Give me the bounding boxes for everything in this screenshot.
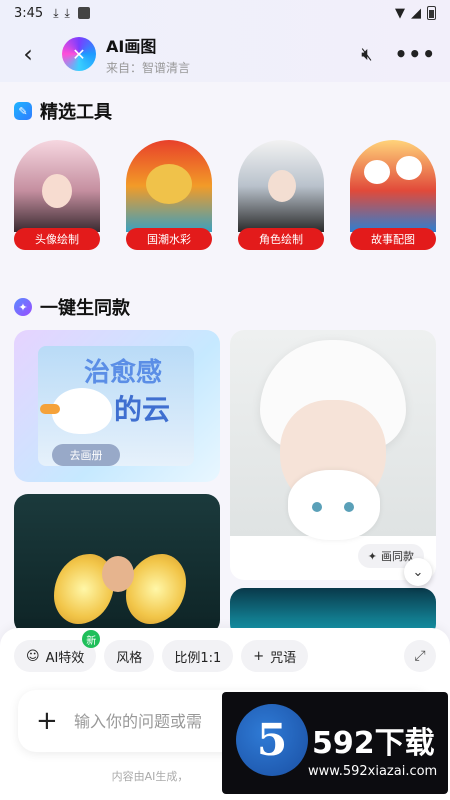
tool-avatar[interactable]: 头像绘制 — [14, 140, 100, 250]
sparkle-icon: ✦ — [367, 549, 377, 563]
tool-label: 国潮水彩 — [126, 228, 212, 250]
kid-figure — [102, 556, 134, 592]
battery-icon — [427, 6, 436, 20]
chip-label: 比例1:1 — [174, 650, 222, 666]
tool-label: 角色绘制 — [238, 228, 324, 250]
tool-character-image — [238, 140, 324, 232]
page-title: AI画图 — [106, 36, 157, 56]
duck-image — [52, 388, 112, 434]
add-icon[interactable]: + — [36, 706, 60, 736]
back-arrow-icon[interactable]: ‹ — [14, 40, 42, 68]
page-subtitle: 来自：智谱清言 — [106, 60, 191, 75]
go-album-button[interactable]: 去画册 — [52, 444, 120, 466]
tools-row: 头像绘制 国潮水彩 角色绘制 故事配图 — [14, 140, 436, 250]
status-bar: 3:45 ⤓ ⤓ ▼ ◢ — [0, 0, 450, 26]
plus-icon: + — [253, 648, 265, 664]
section-one-click-same: ✦ 一键生同款 — [14, 294, 130, 320]
header: ‹ ✕ AI画图 来自：智谱清言 🔇︎ ••• — [0, 26, 450, 82]
chip-label: 咒语 — [270, 650, 297, 666]
card-forest-fairy[interactable] — [14, 494, 220, 634]
download-icon-2: ⤓ — [64, 5, 70, 20]
section-title-tools: 精选工具 — [40, 102, 112, 123]
chip-ai-effects[interactable]: ☺ AI特效 新 — [14, 630, 101, 672]
more-icon[interactable]: ••• — [395, 42, 436, 66]
tool-guochao[interactable]: 国潮水彩 — [126, 140, 212, 250]
tool-story-image — [350, 140, 436, 232]
status-right: ▼ ◢ — [395, 6, 436, 21]
wing-right — [126, 554, 186, 624]
cat-eye — [312, 502, 322, 512]
chip-label: 风格 — [116, 650, 143, 666]
chip-label: AI特效 — [45, 650, 85, 666]
cat-shape — [288, 470, 380, 540]
new-badge: 新 — [82, 630, 101, 648]
chip-style[interactable]: 风格 — [104, 640, 155, 672]
mute-icon[interactable]: 🔇︎ — [361, 44, 372, 65]
watermark-logo: 5 — [236, 704, 308, 776]
section-title-same: 一键生同款 — [40, 298, 130, 319]
card-healing-cloud[interactable]: 治愈感 的云 去画册 — [14, 330, 220, 482]
expand-icon[interactable]: ⤢ — [404, 640, 436, 672]
watermark-overlay: 5 592下载 www.592xiazai.com — [222, 692, 448, 794]
app-logo: ✕ — [62, 37, 96, 71]
watermark-url: www.592xiazai.com — [308, 764, 438, 779]
chip-ratio[interactable]: 比例1:1 — [162, 640, 234, 672]
ai-effects-icon: ☺ — [26, 648, 40, 664]
tools-icon: ✎ — [14, 102, 32, 120]
boy-cat-image — [230, 330, 436, 540]
status-time: 3:45 — [14, 5, 44, 21]
cloud-title-line2: 的云 — [114, 393, 171, 426]
tool-guochao-image — [126, 140, 212, 232]
tool-story[interactable]: 故事配图 — [350, 140, 436, 250]
notification-icon — [77, 7, 90, 19]
section-selected-tools: ✎ 精选工具 — [14, 98, 112, 124]
cloud-title-line1: 治愈感 — [84, 358, 163, 388]
cat-eye — [344, 502, 354, 512]
header-actions: 🔇︎ ••• — [361, 42, 436, 66]
sparkle-icon: ✦ — [14, 298, 32, 316]
tool-label: 故事配图 — [350, 228, 436, 250]
tool-avatar-image — [14, 140, 100, 232]
tool-character[interactable]: 角色绘制 — [238, 140, 324, 250]
watermark-brand: 592下载 — [312, 726, 435, 761]
chevron-down-icon[interactable]: ⌄ — [404, 558, 432, 586]
chip-spell[interactable]: + 咒语 — [241, 640, 309, 672]
tool-label: 头像绘制 — [14, 228, 100, 250]
chip-row: ☺ AI特效 新 风格 比例1:1 + 咒语 — [14, 630, 309, 672]
header-titles: AI画图 来自：智谱清言 — [106, 33, 190, 76]
signal-icon: ◢ — [411, 5, 421, 21]
duck-beak — [40, 404, 60, 414]
card-boy-cat[interactable]: ✦ 画同款 — [230, 330, 436, 580]
wifi-icon: ▼ — [395, 5, 405, 21]
download-icon: ⤓ — [53, 5, 59, 20]
